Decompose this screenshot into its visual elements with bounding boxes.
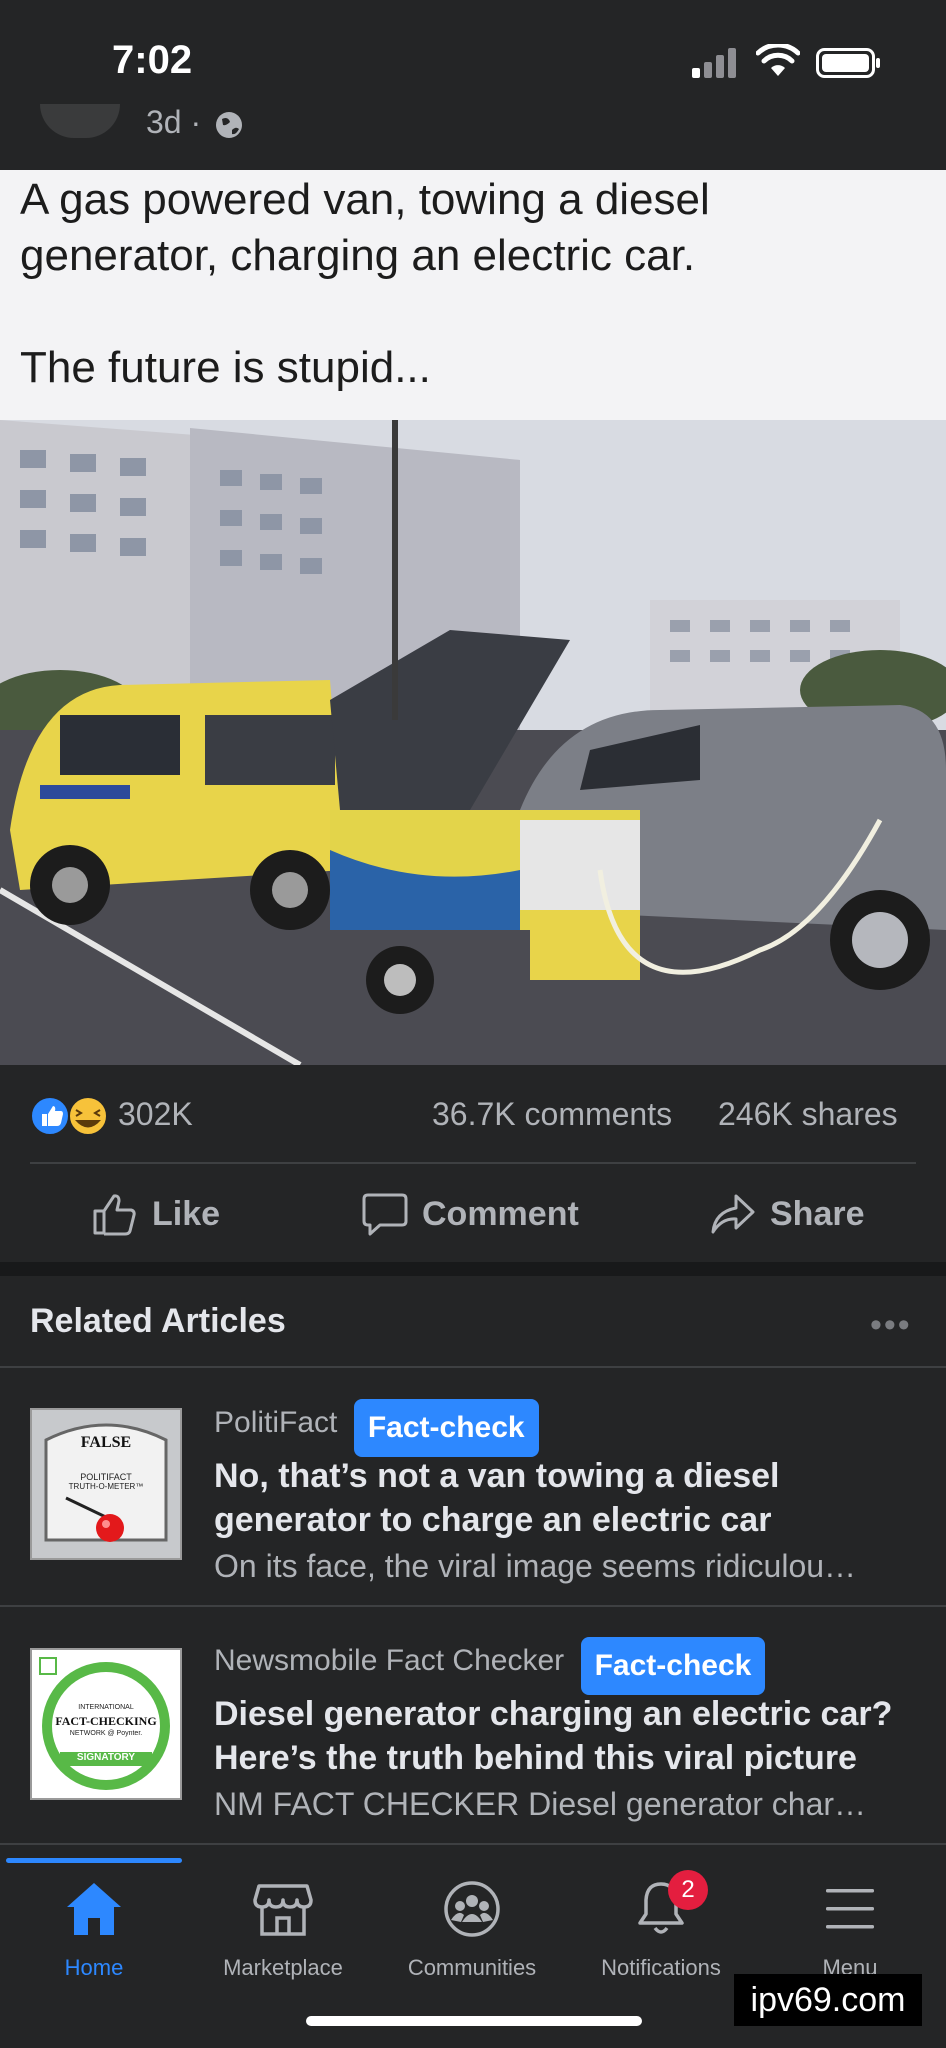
caption-line: generator, charging an electric car. xyxy=(20,231,696,280)
nav-label: Marketplace xyxy=(223,1955,343,1980)
post-meta: 3d · xyxy=(146,104,244,141)
nav-communities[interactable]: Communities xyxy=(377,1880,567,1981)
article-headline[interactable]: No, that’s not a van towing a diesel gen… xyxy=(214,1454,914,1542)
thumb-sub: TRUTH-O-METER™ xyxy=(68,1482,144,1491)
status-bar xyxy=(0,0,946,170)
article-snippet: On its face, the viral image seems ridic… xyxy=(214,1548,857,1584)
divider xyxy=(30,1162,916,1164)
thumbs-up-icon xyxy=(93,1194,136,1236)
caption-line: A gas powered van, towing a diesel xyxy=(20,175,710,224)
like-button[interactable]: Like xyxy=(92,1182,220,1246)
like-label: Like xyxy=(152,1194,221,1233)
article-source: PolitiFact xyxy=(214,1406,338,1439)
nav-label: Communities xyxy=(407,1955,537,1980)
comment-label: Comment xyxy=(422,1194,579,1233)
menu-icon xyxy=(826,1889,874,1929)
section-separator xyxy=(0,1262,946,1276)
comment-button[interactable]: Comment xyxy=(362,1182,579,1246)
communities-icon xyxy=(444,1881,500,1937)
nav-home[interactable]: Home xyxy=(0,1880,189,1981)
signal-icon xyxy=(692,48,736,78)
thumb-label: FACT-CHECKING xyxy=(55,1714,157,1728)
reaction-count[interactable]: 302K xyxy=(118,1096,193,1133)
post-time: 3d · xyxy=(146,104,202,140)
status-time: 7:02 xyxy=(112,38,193,82)
comment-count[interactable]: 36.7K comments xyxy=(432,1096,672,1133)
article-source: Newsmobile Fact Checker xyxy=(214,1644,565,1677)
thumb-sub: SIGNATORY xyxy=(76,1752,136,1763)
thumb-sub: POLITIFACT xyxy=(80,1472,132,1482)
article-thumbnail[interactable]: INTERNATIONAL FACT-CHECKING NETWORK @ Po… xyxy=(30,1648,182,1800)
fact-check-badge: Fact-check xyxy=(353,1398,539,1457)
thumb-label: FALSE xyxy=(80,1434,132,1451)
thumb-sub: NETWORK @ Poynter. xyxy=(69,1730,143,1737)
thumb-sub: INTERNATIONAL xyxy=(78,1704,134,1711)
meme-caption: A gas powered van, towing a diesel gener… xyxy=(20,170,920,396)
marketplace-icon xyxy=(253,1884,313,1936)
article-snippet: NM FACT CHECKER Diesel generator char… xyxy=(214,1786,867,1822)
article-item[interactable]: PolitiFact Fact-check No, that’s not a v… xyxy=(214,1398,914,1585)
share-button[interactable]: Share xyxy=(710,1182,865,1246)
battery-icon xyxy=(816,48,880,78)
post-image[interactable]: A gas powered van, towing a diesel gener… xyxy=(0,170,946,1065)
nav-notifications[interactable]: Notifications xyxy=(566,1880,756,1981)
share-count[interactable]: 246K shares xyxy=(718,1096,898,1133)
reaction-icons[interactable] xyxy=(30,1095,112,1142)
fact-check-badge: Fact-check xyxy=(580,1636,766,1695)
share-icon xyxy=(711,1194,755,1234)
divider xyxy=(0,1366,946,1368)
article-headline[interactable]: Diesel generator charging an electric ca… xyxy=(214,1692,914,1780)
nav-marketplace[interactable]: Marketplace xyxy=(188,1880,378,1981)
globe-icon xyxy=(216,111,243,138)
share-label: Share xyxy=(770,1194,865,1233)
article-thumbnail[interactable]: FALSE POLITIFACT TRUTH-O-METER™ xyxy=(30,1408,182,1560)
like-reaction-icon xyxy=(30,1096,108,1136)
home-icon xyxy=(67,1883,121,1935)
home-indicator[interactable] xyxy=(306,2016,642,2026)
divider xyxy=(0,1605,946,1607)
related-articles-title: Related Articles xyxy=(30,1302,286,1340)
more-options-icon[interactable]: ••• xyxy=(870,1306,912,1345)
article-item[interactable]: Newsmobile Fact Checker Fact-check Diese… xyxy=(214,1636,914,1823)
nav-menu[interactable]: Menu xyxy=(755,1880,945,1981)
nav-label: Home xyxy=(64,1955,124,1980)
caption-line: The future is stupid... xyxy=(20,343,431,392)
watermark: ipv69.com xyxy=(734,1974,922,2026)
comment-icon xyxy=(362,1193,408,1236)
wifi-icon xyxy=(756,44,800,76)
notification-badge: 2 xyxy=(668,1870,708,1910)
nav-label: Notifications xyxy=(601,1955,721,1980)
active-tab-indicator xyxy=(6,1858,182,1863)
